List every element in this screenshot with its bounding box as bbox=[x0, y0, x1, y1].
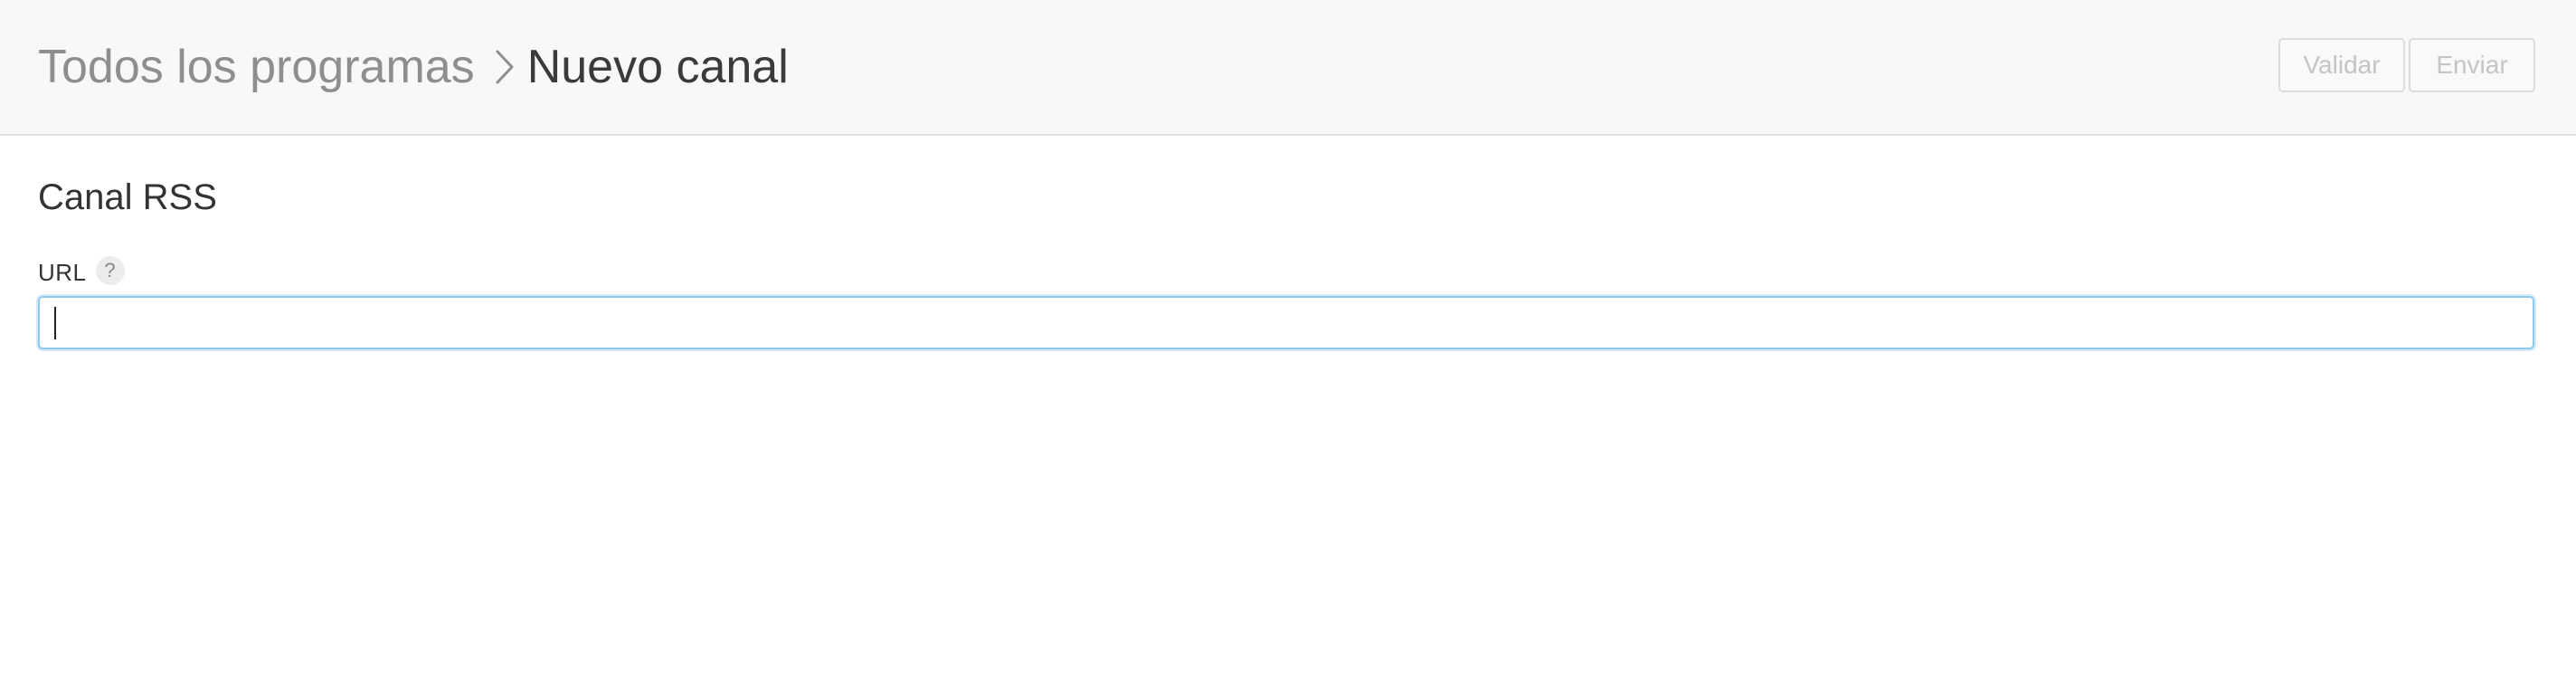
url-input[interactable] bbox=[38, 296, 2534, 349]
section-title: Canal RSS bbox=[38, 177, 217, 217]
url-label: URL bbox=[38, 259, 87, 286]
help-icon[interactable]: ? bbox=[95, 255, 125, 285]
url-label-row: URL ? bbox=[38, 253, 125, 287]
breadcrumb: Todos los programas Nuevo canal bbox=[38, 0, 789, 134]
chevron-right-icon bbox=[495, 49, 515, 85]
text-cursor bbox=[54, 307, 56, 339]
validate-button[interactable]: Validar bbox=[2278, 38, 2405, 92]
page-title: Nuevo canal bbox=[526, 41, 789, 93]
header-actions: Validar Enviar bbox=[2278, 38, 2535, 92]
header-bar: Todos los programas Nuevo canal Validar … bbox=[0, 0, 2576, 136]
send-button[interactable]: Enviar bbox=[2409, 38, 2535, 92]
breadcrumb-all-programs-link[interactable]: Todos los programas bbox=[38, 40, 475, 94]
